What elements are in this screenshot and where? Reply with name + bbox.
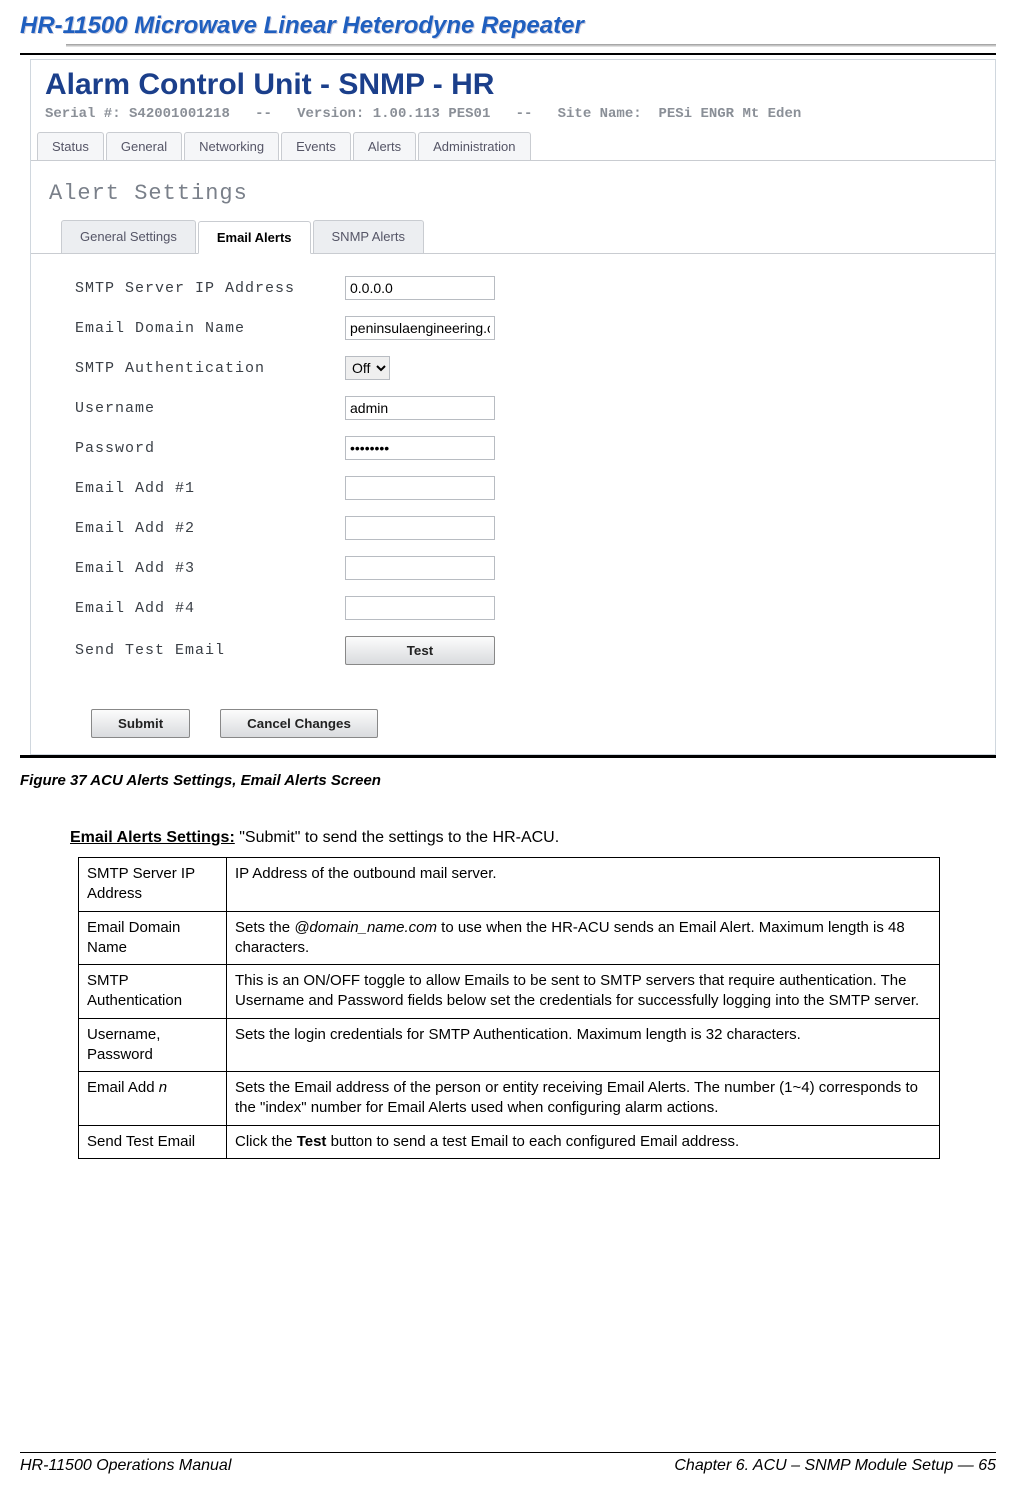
email3-input[interactable] [345, 556, 495, 580]
username-label: Username [75, 400, 345, 417]
table-row: Send Test Email Click the Test button to… [79, 1125, 940, 1158]
sub-tab-row: General Settings Email Alerts SNMP Alert… [31, 220, 995, 254]
form-button-row: Submit Cancel Changes [31, 697, 995, 754]
serial-value: S42001001218 [129, 106, 230, 122]
table-row: SMTP Server IP Address IP Address of the… [79, 858, 940, 912]
test-button[interactable]: Test [345, 636, 495, 665]
setting-name: Username, Password [79, 1018, 227, 1072]
subtab-general-settings[interactable]: General Settings [61, 220, 196, 253]
tab-status[interactable]: Status [37, 132, 104, 160]
serial-label: Serial #: [45, 106, 121, 122]
smtp-auth-select[interactable]: Off [345, 356, 390, 380]
email2-input[interactable] [345, 516, 495, 540]
tab-networking[interactable]: Networking [184, 132, 279, 160]
main-tab-row: Status General Networking Events Alerts … [31, 132, 995, 161]
password-label: Password [75, 440, 345, 457]
setting-name: Send Test Email [79, 1125, 227, 1158]
table-row: Email Domain Name Sets the @domain_name.… [79, 911, 940, 965]
desc-text: Sets the [235, 919, 294, 936]
setting-name: Email Domain Name [79, 911, 227, 965]
smtp-ip-label: SMTP Server IP Address [75, 280, 345, 297]
email1-label: Email Add #1 [75, 480, 345, 497]
settings-table: SMTP Server IP Address IP Address of the… [78, 857, 940, 1159]
setting-name: SMTP Authentication [79, 965, 227, 1019]
title-underline [66, 44, 996, 47]
subtab-email-alerts[interactable]: Email Alerts [198, 221, 311, 254]
desc-text: Click the [235, 1133, 297, 1150]
email1-input[interactable] [345, 476, 495, 500]
acu-screenshot: Alarm Control Unit - SNMP - HR Serial #:… [30, 59, 996, 755]
setting-name: SMTP Server IP Address [79, 858, 227, 912]
setting-desc: IP Address of the outbound mail server. [227, 858, 940, 912]
setting-desc: This is an ON/OFF toggle to allow Emails… [227, 965, 940, 1019]
footer-left: HR-11500 Operations Manual [20, 1457, 231, 1475]
setting-desc: Sets the Email address of the person or … [227, 1072, 940, 1126]
email3-label: Email Add #3 [75, 560, 345, 577]
tab-events[interactable]: Events [281, 132, 351, 160]
desc-em: @domain_name.com [294, 919, 437, 936]
acu-meta-line: Serial #: S42001001218 -- Version: 1.00.… [31, 104, 995, 132]
acu-header-title: Alarm Control Unit - SNMP - HR [31, 60, 995, 104]
email4-input[interactable] [345, 596, 495, 620]
settings-intro-lead: Email Alerts Settings: [70, 829, 235, 846]
meta-sep2: -- [516, 106, 533, 122]
email-alerts-form: SMTP Server IP Address Email Domain Name… [31, 254, 995, 697]
version-value: 1.00.113 PES01 [373, 106, 491, 122]
send-test-label: Send Test Email [75, 642, 345, 659]
table-row: Username, Password Sets the login creden… [79, 1018, 940, 1072]
smtp-ip-input[interactable] [345, 276, 495, 300]
cancel-button[interactable]: Cancel Changes [220, 709, 378, 738]
desc-strong: Test [297, 1133, 327, 1150]
subtab-snmp-alerts[interactable]: SNMP Alerts [313, 220, 424, 253]
table-row: Email Add n Sets the Email address of th… [79, 1072, 940, 1126]
site-label: Site Name: [558, 106, 642, 122]
table-row: SMTP Authentication This is an ON/OFF to… [79, 965, 940, 1019]
password-input[interactable] [345, 436, 495, 460]
figure-caption: Figure 37 ACU Alerts Settings, Email Ale… [20, 772, 996, 789]
screenshot-frame: Alarm Control Unit - SNMP - HR Serial #:… [20, 53, 996, 758]
domain-input[interactable] [345, 316, 495, 340]
site-value: PESi ENGR Mt Eden [658, 106, 801, 122]
footer-right: Chapter 6. ACU – SNMP Module Setup — 65 [674, 1457, 996, 1475]
setting-desc: Click the Test button to send a test Ema… [227, 1125, 940, 1158]
email2-label: Email Add #2 [75, 520, 345, 537]
meta-sep1: -- [255, 106, 272, 122]
email4-label: Email Add #4 [75, 600, 345, 617]
setting-name: Email Add n [79, 1072, 227, 1126]
username-input[interactable] [345, 396, 495, 420]
setting-desc: Sets the login credentials for SMTP Auth… [227, 1018, 940, 1072]
alert-settings-title: Alert Settings [31, 161, 995, 220]
document-title: HR-11500 Microwave Linear Heterodyne Rep… [20, 12, 996, 40]
version-label: Version: [297, 106, 364, 122]
desc-text: button to send a test Email to each conf… [326, 1133, 739, 1150]
submit-button[interactable]: Submit [91, 709, 190, 738]
setting-desc: Sets the @domain_name.com to use when th… [227, 911, 940, 965]
settings-intro: Email Alerts Settings: "Submit" to send … [70, 829, 996, 847]
settings-intro-rest: "Submit" to send the settings to the HR-… [235, 829, 559, 846]
page-footer: HR-11500 Operations Manual Chapter 6. AC… [20, 1452, 996, 1475]
smtp-auth-label: SMTP Authentication [75, 360, 345, 377]
tab-alerts[interactable]: Alerts [353, 132, 416, 160]
tab-administration[interactable]: Administration [418, 132, 530, 160]
name-text: Email Add [87, 1079, 159, 1096]
name-em: n [159, 1079, 167, 1096]
domain-label: Email Domain Name [75, 320, 345, 337]
tab-general[interactable]: General [106, 132, 182, 160]
